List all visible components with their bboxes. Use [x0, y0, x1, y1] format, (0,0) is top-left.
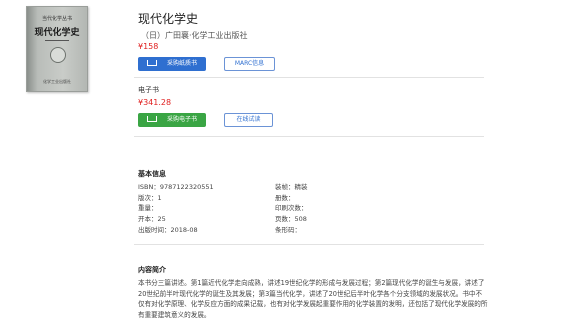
buy-ebook-label: 采购电子书 [166, 116, 197, 123]
info-format: 开本：25 [138, 215, 166, 224]
info-weight: 重量： [138, 204, 158, 213]
cart-icon [146, 59, 157, 66]
info-isbn: ISBN：9787122320551 [138, 183, 214, 191]
buy-print-button[interactable]: 采购纸质书 [138, 57, 206, 71]
info-print-count: 印刷次数： [275, 204, 308, 213]
basic-info-left: ISBN：9787122320551 版次：1 重量： 开本：25 出版时间：2… [138, 182, 214, 236]
basic-info-right: 装帧：精装 册数： 印刷次数： 页数：508 条形码： [275, 182, 308, 236]
cover-publisher: 化学工业出版社 [43, 79, 71, 84]
book-author: （日）广田襄·化学工业出版社 [141, 31, 248, 40]
marc-info-label: MARC信息 [234, 60, 265, 67]
print-price: ¥158 [138, 42, 159, 51]
divider [134, 244, 484, 245]
read-online-label: 在线试读 [236, 116, 261, 123]
cart-icon [146, 115, 157, 122]
buy-print-label: 采购纸质书 [166, 60, 197, 67]
cover-series: 当代化学丛书 [41, 16, 72, 22]
marc-info-button[interactable]: MARC信息 [224, 57, 275, 71]
info-volumes: 册数： [275, 193, 295, 202]
cover-title: 现代化学史 [34, 28, 80, 38]
book-title: 现代化学史 [138, 12, 199, 26]
divider [134, 136, 484, 137]
info-publish-date: 出版时间：2018-08 [138, 225, 198, 234]
ebook-price: ¥341.28 [138, 98, 172, 107]
info-edition: 版次：1 [138, 193, 162, 202]
cover-divider [45, 40, 69, 41]
buy-ebook-button[interactable]: 采购电子书 [138, 113, 206, 127]
book-cover: 当代化学丛书 现代化学史 化学工业出版社 [26, 6, 88, 92]
divider [134, 77, 484, 78]
ebook-heading: 电子书 [138, 86, 159, 94]
read-online-button[interactable]: 在线试读 [224, 113, 273, 127]
info-pages: 页数：508 [275, 215, 307, 224]
intro-heading: 内容简介 [138, 266, 166, 274]
cover-emblem-icon [50, 47, 66, 63]
basic-info-heading: 基本信息 [138, 170, 166, 178]
intro-text: 本书分三篇讲述。第1篇近代化学走向成熟，讲述19世纪化学的形成与发展过程；第2篇… [138, 279, 488, 319]
info-barcode: 条形码： [275, 225, 301, 234]
info-binding: 装帧：精装 [275, 183, 308, 191]
